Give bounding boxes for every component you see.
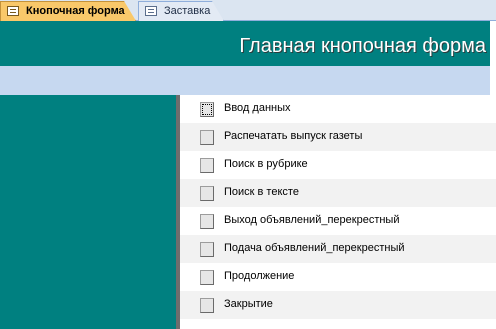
ads-submission-button[interactable] xyxy=(200,242,214,257)
menu-item-ads-output: Выход объявлений_перекрестный xyxy=(180,207,496,235)
form-header: Главная кнопочная форма xyxy=(0,21,490,66)
continue-button[interactable] xyxy=(200,270,214,285)
data-entry-button[interactable] xyxy=(200,102,214,117)
form-icon xyxy=(7,6,19,16)
menu-item-ads-submission: Подача объявлений_перекрестный xyxy=(180,235,496,263)
menu-item-search-rubric: Поиск в рубрике xyxy=(180,151,496,179)
tab-switchboard-form[interactable]: Кнопочная форма xyxy=(0,1,136,21)
ads-output-button[interactable] xyxy=(200,214,214,229)
tab-label: Кнопочная форма xyxy=(26,5,125,17)
header-band xyxy=(0,66,490,95)
menu-item-label: Поиск в тексте xyxy=(224,186,299,198)
menu-item-label: Подача объявлений_перекрестный xyxy=(224,242,405,254)
tab-label: Заставка xyxy=(164,5,211,17)
search-text-button[interactable] xyxy=(200,186,214,201)
menu-item-label: Продолжение xyxy=(224,270,295,282)
form-icon xyxy=(145,6,157,16)
menu-item-label: Распечатать выпуск газеты xyxy=(224,130,363,142)
menu-item-data-entry: Ввод данных xyxy=(180,95,496,123)
left-decor-panel xyxy=(0,95,176,329)
menu-item-label: Ввод данных xyxy=(224,102,291,114)
document-tab-bar: Кнопочная форма Заставка xyxy=(0,0,496,21)
menu-item-close: Закрытие xyxy=(180,291,496,319)
print-issue-button[interactable] xyxy=(200,130,214,145)
menu-item-print-issue: Распечатать выпуск газеты xyxy=(180,123,496,151)
menu-item-search-text: Поиск в тексте xyxy=(180,179,496,207)
tab-splash[interactable]: Заставка xyxy=(138,1,224,21)
menu-item-label: Выход объявлений_перекрестный xyxy=(224,214,400,226)
close-button[interactable] xyxy=(200,298,214,313)
page-title: Главная кнопочная форма xyxy=(239,35,486,57)
switchboard-menu: Ввод данных Распечатать выпуск газеты По… xyxy=(180,95,496,319)
menu-item-label: Закрытие xyxy=(224,298,273,310)
menu-item-continue: Продолжение xyxy=(180,263,496,291)
menu-item-label: Поиск в рубрике xyxy=(224,158,308,170)
search-rubric-button[interactable] xyxy=(200,158,214,173)
